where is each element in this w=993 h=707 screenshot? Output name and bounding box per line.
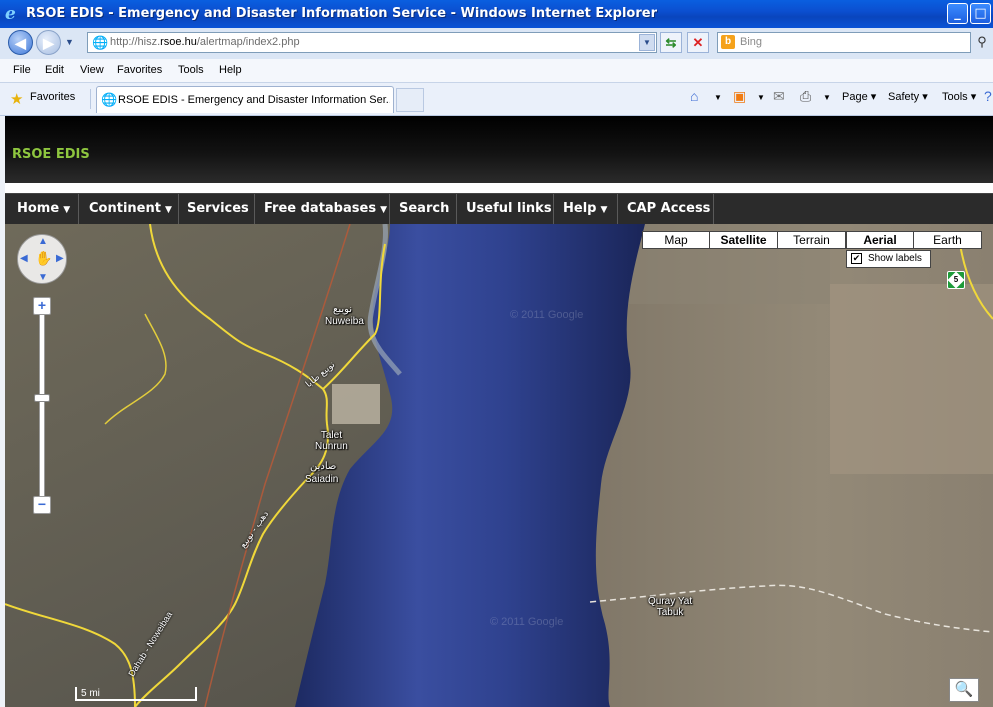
nav-services[interactable]: Services bbox=[179, 194, 255, 225]
url-text: http://hisz.rsoe.hu/alertmap/index2.php bbox=[110, 36, 300, 48]
maximize-button[interactable]: □ bbox=[970, 3, 991, 24]
scale-label: 5 mi bbox=[81, 688, 100, 699]
map-label-saiadin: Saiadin bbox=[305, 474, 339, 485]
map-label-nuweiba: Nuweiba bbox=[325, 316, 364, 327]
tools-menu[interactable]: Tools ▾ bbox=[942, 90, 976, 103]
forward-button[interactable]: ▶ bbox=[36, 30, 61, 55]
pan-up-icon[interactable]: ▲ bbox=[38, 236, 48, 247]
search-placeholder: Bing bbox=[740, 36, 763, 48]
show-labels-checkbox[interactable]: ✔ Show labels bbox=[846, 250, 931, 268]
menu-help[interactable]: Help bbox=[219, 64, 242, 76]
magnify-icon[interactable]: 🔍 bbox=[949, 678, 979, 702]
new-tab-button[interactable] bbox=[396, 88, 424, 112]
menu-view[interactable]: View bbox=[80, 64, 104, 76]
recent-pages-dropdown-icon[interactable]: ▼ bbox=[65, 37, 74, 47]
tab-title: RSOE EDIS - Emergency and Disaster Infor… bbox=[118, 94, 390, 106]
pan-control[interactable]: ▲ ▼ ◀ ▶ ✋ bbox=[17, 234, 67, 284]
checkbox-check-icon[interactable]: ✔ bbox=[851, 253, 862, 264]
map-canvas[interactable]: © 2011 Google © 2011 Google نويبع Nuweib… bbox=[5, 224, 993, 707]
hand-icon: ✋ bbox=[35, 250, 53, 266]
url-input[interactable]: 🌐 http://hisz.rsoe.hu/alertmap/index2.ph… bbox=[87, 32, 657, 53]
site-banner: RSOE EDIS bbox=[5, 116, 993, 183]
nav-useful-links[interactable]: Useful links bbox=[457, 194, 554, 225]
nav-cap-access[interactable]: CAP Access bbox=[618, 194, 714, 225]
menu-tools[interactable]: Tools bbox=[178, 64, 204, 76]
nav-help[interactable]: Help ▼ bbox=[554, 194, 618, 225]
feeds-dropdown-icon[interactable]: ▼ bbox=[757, 93, 765, 102]
nav-search[interactable]: Search bbox=[390, 194, 457, 225]
window-title: RSOE EDIS - Emergency and Disaster Infor… bbox=[26, 6, 657, 21]
maptype-earth-button[interactable]: Earth bbox=[913, 231, 982, 249]
map-label-quray-yat-tabuk: Quray Yat Tabuk bbox=[648, 596, 693, 618]
feeds-icon[interactable]: ▣ bbox=[733, 88, 746, 105]
menu-bar: File Edit View Favorites Tools Help bbox=[0, 59, 993, 83]
page-menu[interactable]: Page ▾ bbox=[842, 90, 876, 103]
site-nav: Home ▼ Continent ▼ Services Free databases… bbox=[5, 193, 993, 225]
stop-button[interactable]: ✕ bbox=[687, 32, 709, 53]
home-dropdown-icon[interactable]: ▼ bbox=[714, 93, 722, 102]
back-button[interactable]: ◀ bbox=[8, 30, 33, 55]
zoom-out-button[interactable]: − bbox=[33, 496, 51, 514]
nav-home[interactable]: Home ▼ bbox=[5, 194, 79, 225]
print-dropdown-icon[interactable]: ▼ bbox=[823, 93, 831, 102]
zoom-slider-track[interactable] bbox=[39, 306, 45, 506]
menu-file[interactable]: File bbox=[13, 64, 31, 76]
read-mail-icon[interactable]: ✉ bbox=[773, 88, 785, 105]
globe-icon: 🌐 bbox=[101, 92, 118, 107]
address-bar: ◀ ▶ ▼ 🌐 http://hisz.rsoe.hu/alertmap/ind… bbox=[0, 28, 993, 59]
favorites-star-icon[interactable]: ★ bbox=[10, 90, 23, 108]
search-input[interactable]: b Bing bbox=[717, 32, 971, 53]
show-labels-label: Show labels bbox=[868, 253, 922, 264]
map-watermark: © 2011 Google bbox=[490, 616, 564, 628]
bing-icon: b bbox=[721, 35, 735, 49]
refresh-button[interactable]: ⇆ bbox=[660, 32, 682, 53]
site-logo[interactable]: RSOE EDIS bbox=[12, 147, 90, 162]
globe-icon: 🌐 bbox=[92, 35, 109, 50]
favorites-bar: ★ Favorites 🌐 RSOE EDIS - Emergency and … bbox=[0, 83, 993, 116]
menu-favorites[interactable]: Favorites bbox=[117, 64, 162, 76]
maptype-aerial-button[interactable]: Aerial bbox=[846, 231, 914, 249]
window-title-bar: e RSOE EDIS - Emergency and Disaster Inf… bbox=[0, 0, 993, 28]
nav-free-databases[interactable]: Free databases ▼ bbox=[255, 194, 390, 225]
internet-explorer-icon: e bbox=[5, 4, 16, 24]
map-label-saiadin-ar: صادين bbox=[310, 461, 337, 472]
pan-right-icon[interactable]: ▶ bbox=[56, 253, 64, 264]
menu-edit[interactable]: Edit bbox=[45, 64, 64, 76]
maptype-map-button[interactable]: Map bbox=[642, 231, 710, 249]
favorites-button[interactable]: Favorites bbox=[30, 91, 75, 103]
map-watermark: © 2011 Google bbox=[510, 309, 584, 321]
web-page: RSOE EDIS Home ▼ Continent ▼ Services Free… bbox=[5, 116, 993, 707]
pan-down-icon[interactable]: ▼ bbox=[38, 272, 48, 283]
toolbar-divider bbox=[90, 89, 91, 109]
safety-menu[interactable]: Safety ▾ bbox=[888, 90, 928, 103]
maptype-satellite-button[interactable]: Satellite bbox=[709, 231, 778, 249]
nav-continent[interactable]: Continent ▼ bbox=[79, 194, 179, 225]
minimize-button[interactable]: _ bbox=[947, 3, 968, 24]
map-label-talet-nunrun: Talet Nunrun bbox=[315, 430, 348, 452]
home-icon[interactable]: ⌂ bbox=[690, 88, 698, 104]
zoom-in-button[interactable]: + bbox=[33, 297, 51, 315]
help-icon[interactable]: ? bbox=[984, 88, 992, 104]
url-dropdown-button[interactable]: ▼ bbox=[639, 34, 655, 51]
print-icon[interactable]: ⎙ bbox=[800, 88, 811, 105]
highway-shield: 5 bbox=[947, 271, 965, 289]
pan-left-icon[interactable]: ◀ bbox=[20, 253, 28, 264]
maptype-terrain-button[interactable]: Terrain bbox=[777, 231, 846, 249]
search-icon[interactable]: ⚲ bbox=[973, 32, 991, 53]
zoom-slider-thumb[interactable] bbox=[34, 394, 50, 402]
browser-tab[interactable]: 🌐 RSOE EDIS - Emergency and Disaster Inf… bbox=[96, 86, 394, 113]
map-label-nuweiba-ar: نويبع bbox=[333, 304, 353, 315]
